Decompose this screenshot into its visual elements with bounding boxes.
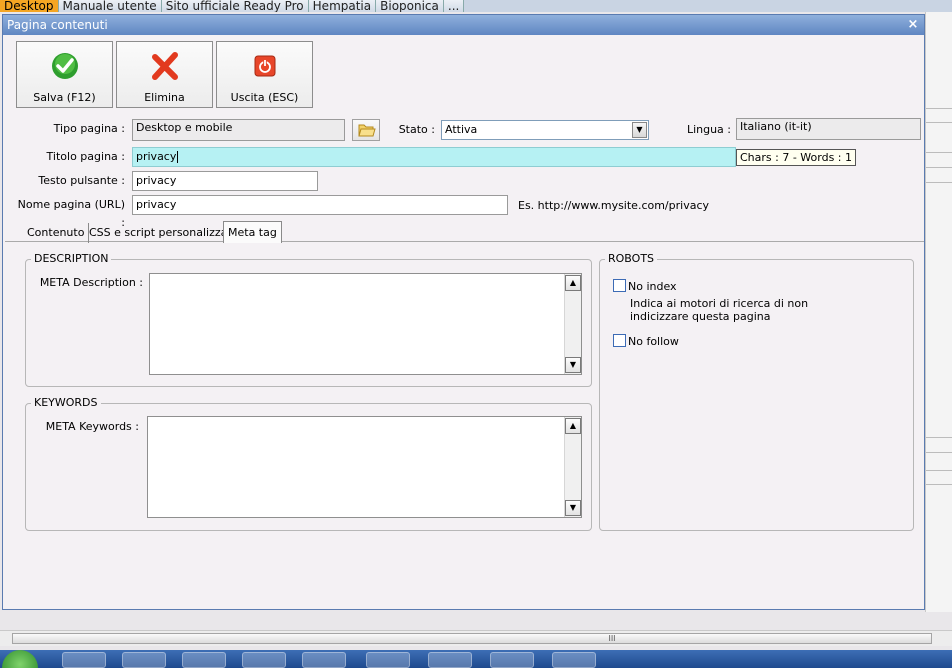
meta-keywords-label: META Keywords :	[45, 420, 139, 433]
folder-button[interactable]	[352, 119, 380, 141]
check-circle-icon	[52, 53, 78, 79]
taskbar-app-icon[interactable]	[122, 652, 166, 668]
host-tab-bioponica[interactable]: Bioponica	[376, 0, 444, 12]
delete-button[interactable]: Elimina	[116, 41, 213, 108]
taskbar-app-icon[interactable]	[242, 652, 286, 668]
lingua-field: Italiano (it-it)	[736, 118, 921, 140]
tab-css-script[interactable]: CSS e script personalizzati	[85, 223, 240, 243]
taskbar-app-icon[interactable]	[366, 652, 410, 668]
exit-button-label: Uscita (ESC)	[230, 91, 299, 104]
pagina-contenuti-dialog: Pagina contenuti × Salva (F12) Elimina U…	[2, 14, 925, 610]
scroll-up-icon[interactable]: ▲	[565, 418, 581, 434]
start-orb-icon[interactable]	[2, 650, 38, 668]
url-example-hint: Es. http://www.mysite.com/privacy	[518, 199, 710, 212]
titolo-pagina-input[interactable]: privacy	[132, 147, 736, 167]
tipo-pagina-label: Tipo pagina :	[53, 122, 125, 135]
tab-meta-tag[interactable]: Meta tag	[223, 221, 282, 243]
scroll-down-icon[interactable]: ▼	[565, 500, 581, 516]
red-x-icon	[152, 52, 178, 80]
no-index-checkbox[interactable]	[613, 279, 626, 292]
robots-group-title: ROBOTS	[605, 253, 658, 265]
scroll-grip-icon: III	[608, 634, 616, 643]
description-group-title: DESCRIPTION	[31, 253, 112, 265]
power-icon	[254, 55, 276, 77]
taskbar-app-icon[interactable]	[552, 652, 596, 668]
stato-select[interactable]: Attiva ▼	[441, 120, 649, 140]
host-background-panel	[925, 12, 952, 612]
lingua-label: Lingua :	[686, 123, 731, 136]
windows-taskbar	[0, 650, 952, 668]
no-index-description: Indica ai motori di ricerca di non indic…	[630, 297, 809, 323]
description-scrollbar[interactable]: ▲ ▼	[564, 274, 581, 374]
meta-description-textarea[interactable]: ▲ ▼	[149, 273, 582, 375]
text-caret	[177, 151, 179, 163]
delete-button-label: Elimina	[144, 91, 185, 104]
host-horizontal-scrollbar[interactable]: III	[0, 630, 952, 646]
no-follow-label[interactable]: No follow	[628, 335, 679, 348]
meta-keywords-textarea[interactable]: ▲ ▼	[147, 416, 582, 518]
dialog-title: Pagina contenuti	[7, 18, 108, 32]
meta-description-label: META Description :	[39, 276, 143, 289]
close-icon[interactable]: ×	[906, 15, 920, 35]
taskbar-app-icon[interactable]	[428, 652, 472, 668]
keywords-group-title: KEYWORDS	[31, 397, 101, 409]
dialog-titlebar: Pagina contenuti ×	[3, 15, 924, 35]
stato-label: Stato :	[398, 123, 435, 136]
folder-icon	[358, 124, 376, 137]
taskbar-app-icon[interactable]	[302, 652, 346, 668]
taskbar-app-icon[interactable]	[182, 652, 226, 668]
no-follow-checkbox[interactable]	[613, 334, 626, 347]
no-index-label[interactable]: No index	[628, 280, 677, 293]
host-tab-sito[interactable]: Sito ufficiale Ready Pro	[161, 0, 309, 12]
testo-pulsante-label: Testo pulsante :	[38, 174, 125, 187]
titolo-pagina-value: privacy	[136, 150, 177, 163]
testo-pulsante-input[interactable]: privacy	[132, 171, 318, 191]
taskbar-explorer-icon[interactable]	[62, 652, 106, 668]
host-tab-more[interactable]: ...	[443, 0, 465, 12]
keywords-scrollbar[interactable]: ▲ ▼	[564, 417, 581, 517]
exit-button[interactable]: Uscita (ESC)	[216, 41, 313, 108]
save-button-label: Salva (F12)	[33, 91, 96, 104]
host-tab-strip: Desktop Manuale utente Sito ufficiale Read…	[0, 0, 952, 12]
stato-select-value: Attiva	[445, 123, 478, 136]
nome-pagina-input[interactable]: privacy	[132, 195, 508, 215]
tipo-pagina-field: Desktop e mobile	[132, 119, 345, 141]
tab-contenuto[interactable]: Contenuto	[23, 223, 90, 243]
chevron-down-icon: ▼	[632, 122, 647, 138]
taskbar-chrome-icon[interactable]	[490, 652, 534, 668]
host-tab-desktop[interactable]: Desktop	[0, 0, 59, 12]
nome-pagina-label: Nome pagina (URL) :	[17, 198, 125, 229]
save-button[interactable]: Salva (F12)	[16, 41, 113, 108]
char-count-tooltip: Chars : 7 - Words : 1	[736, 149, 857, 166]
scroll-down-icon[interactable]: ▼	[565, 357, 581, 373]
scroll-up-icon[interactable]: ▲	[565, 275, 581, 291]
titolo-pagina-label: Titolo pagina :	[46, 150, 125, 163]
host-tab-hempatia[interactable]: Hempatia	[308, 0, 377, 12]
host-tab-manuale[interactable]: Manuale utente	[58, 0, 162, 12]
scroll-thumb[interactable]: III	[12, 633, 932, 644]
